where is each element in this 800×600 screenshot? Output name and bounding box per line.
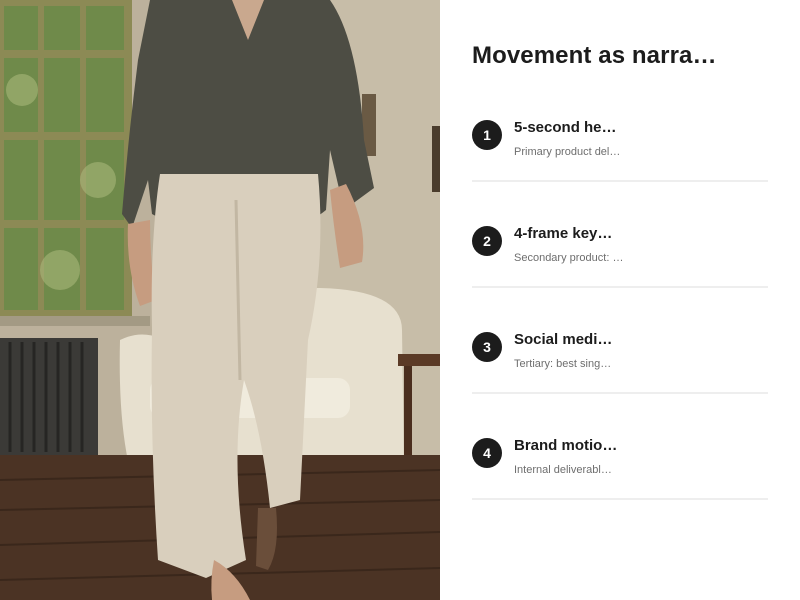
list-item-step-3[interactable]: 3 Social medi… Tertiary: best sing… [472,316,768,394]
list-item-step-4[interactable]: 4 Brand motio… Internal deliverabl… [472,422,768,500]
step-subtitle: Secondary product: … [514,252,624,264]
step-number-badge: 4 [472,438,502,468]
step-title: Social medi… [514,331,613,348]
step-title: 4-frame key… [514,225,613,242]
hero-photo [0,0,440,600]
step-number-badge: 2 [472,226,502,256]
step-subtitle: Primary product del… [514,146,621,158]
content-panel: Movement as narra… 1 5-second he… Primar… [440,0,800,600]
step-number-badge: 1 [472,120,502,150]
step-title: Brand motio… [514,437,618,454]
step-title: 5-second he… [514,119,617,136]
page-title: Movement as narra… [472,42,717,69]
list-item-step-1[interactable]: 1 5-second he… Primary product del… [472,104,768,182]
page: Movement as narra… 1 5-second he… Primar… [0,0,800,600]
step-subtitle: Internal deliverabl… [514,464,612,476]
steps-list: 1 5-second he… Primary product del… 2 4-… [472,104,768,528]
step-subtitle: Tertiary: best sing… [514,358,612,370]
list-item-step-2[interactable]: 2 4-frame key… Secondary product: … [472,210,768,288]
step-number-badge: 3 [472,332,502,362]
hero-photo-illustration [0,0,440,600]
